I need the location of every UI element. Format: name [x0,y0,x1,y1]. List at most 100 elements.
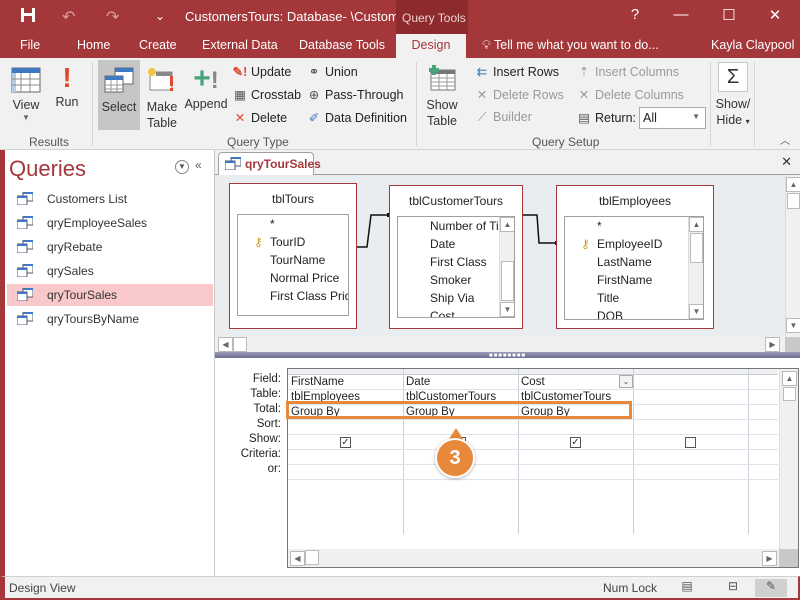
field-item[interactable]: First Class [430,255,487,269]
insert-rows-button[interactable]: ⇇ Insert Rows [474,64,559,79]
scroll-up-icon[interactable]: ▲ [500,217,514,232]
close-button[interactable]: ✕ [760,6,790,24]
nav-item[interactable]: qryRebate [7,236,213,258]
sql-view-icon[interactable]: ⊟ [721,579,745,597]
nav-item[interactable]: qryTourSales [7,284,213,306]
show-checkbox[interactable] [685,437,696,448]
field-item[interactable]: ⚷ EmployeeID [581,237,662,251]
show-checkbox[interactable]: ✓ [570,437,581,448]
nav-item[interactable]: qrySales [7,260,213,282]
field-list-tbltours[interactable]: tblTours * ⚷ TourID TourName Normal Price Firs… [229,183,357,329]
scroll-down-icon[interactable]: ▼ [500,302,514,317]
delete-rows-button[interactable]: ✕ Delete Rows [474,87,564,102]
delete-columns-button[interactable]: ✕ Delete Columns [576,87,684,102]
scroll-right-icon[interactable]: ▶ [765,337,780,352]
show-hide-button[interactable]: Σ Show/ Hide ▾ [714,60,752,132]
scroll-thumb[interactable] [690,233,703,263]
show-table-button[interactable]: Show Table [422,60,462,130]
minimize-button[interactable]: — [666,6,696,23]
user-name[interactable]: Kayla Claypool [711,38,794,52]
shutter-bar-collapse-icon[interactable]: « [195,158,202,172]
field-list-title[interactable]: tblTours [230,184,356,212]
field-item[interactable]: Number of Tic [430,219,505,233]
field-item[interactable]: First Class Price [270,289,348,303]
field-item[interactable]: Date [430,237,455,251]
scroll-up-icon[interactable]: ▲ [689,217,703,232]
crosstab-button[interactable]: ▦ Crosstab [232,87,301,102]
datasheet-view-icon[interactable]: ▤ [675,579,699,597]
return-dropdown[interactable]: All ▼ [639,107,706,129]
undo-icon[interactable]: ↶ [62,7,75,27]
nav-item[interactable]: qryToursByName [7,308,213,330]
tab-home[interactable]: Home [77,38,110,52]
scroll-up-icon[interactable]: ▲ [782,371,797,386]
field-item[interactable]: FirstName [597,273,652,287]
field-item[interactable]: * [597,219,602,233]
tab-external-data[interactable]: External Data [202,38,278,52]
insert-columns-button[interactable]: ⇡ Insert Columns [576,64,679,79]
scroll-thumb[interactable] [233,337,247,352]
data-definition-button[interactable]: ✐ Data Definition [306,110,407,125]
update-button[interactable]: ✎! Update [232,64,292,79]
redo-icon[interactable]: ↷ [106,7,119,27]
delete-query-button[interactable]: ✕ Delete [232,110,287,125]
scroll-up-icon[interactable]: ▲ [786,177,800,192]
grid-cell-field[interactable]: Date [406,376,430,388]
scroll-thumb[interactable] [305,550,319,565]
field-list-scrollbar[interactable]: ▲ ▼ [499,217,514,317]
customize-toolbar-icon[interactable]: ⌄ [155,9,165,23]
view-button[interactable]: View ▼ [6,60,46,130]
scroll-down-icon[interactable]: ▼ [689,304,703,319]
select-query-button[interactable]: Select [98,60,140,130]
tab-design[interactable]: Design [396,34,466,58]
nav-item[interactable]: Customers List [7,188,213,210]
builder-button[interactable]: ⟋ Builder [474,110,532,125]
scroll-thumb[interactable] [787,193,800,209]
grid-cell-field[interactable]: Cost [521,376,545,388]
make-table-button[interactable]: Make Table [144,60,180,130]
grid-vertical-scrollbar[interactable]: ▲ ▼ [779,369,798,549]
scroll-right-icon[interactable]: ▶ [762,551,777,566]
pane-splitter[interactable]: ■■■■■■■■ [215,352,800,359]
grid-horizontal-scrollbar[interactable]: ◀ ▶ [288,549,779,567]
field-item[interactable]: Cost [430,309,455,317]
field-item[interactable]: * [270,217,275,231]
field-item[interactable]: LastName [597,255,652,269]
run-button[interactable]: ! Run [52,60,82,130]
field-list-title[interactable]: tblCustomerTours [390,186,522,214]
field-item[interactable]: Smoker [430,273,471,287]
scroll-thumb[interactable] [783,387,796,401]
tab-database-tools[interactable]: Database Tools [299,38,385,52]
tab-file[interactable]: File [20,38,40,52]
union-button[interactable]: ⚭ Union [306,64,358,79]
grid-cell-field[interactable]: FirstName [291,376,344,388]
field-item[interactable]: Normal Price [270,271,339,285]
table-pane-horizontal-scrollbar[interactable]: ◀ ▶ [215,337,785,352]
append-button[interactable]: +! Append [184,60,228,130]
collapse-ribbon-icon[interactable]: ︿ [780,132,790,147]
nav-item[interactable]: qryEmployeeSales [7,212,213,234]
tab-create[interactable]: Create [139,38,177,52]
pass-through-button[interactable]: ⊕ Pass-Through [306,87,404,102]
field-item[interactable]: DOB [597,309,623,319]
scroll-thumb[interactable] [501,261,514,301]
table-pane-vertical-scrollbar[interactable]: ▲ ▼ [785,175,800,337]
field-dropdown-icon[interactable]: ⌄ [619,375,633,388]
field-item[interactable]: Ship Via [430,291,474,305]
tab-qrytoursales[interactable]: qryTourSales [218,152,321,175]
field-item[interactable]: ⚷ TourID [254,235,305,249]
nav-menu-dropdown-icon[interactable]: ▼ [175,160,189,174]
tell-me-search[interactable]: 💡︎ Tell me what you want to do... [482,38,659,53]
scroll-down-icon[interactable]: ▼ [786,318,800,333]
field-list-tblemployees[interactable]: tblEmployees * ⚷ EmployeeID LastName FirstNam… [556,185,714,329]
maximize-button[interactable]: ☐ [714,6,744,24]
field-item[interactable]: TourName [270,253,325,267]
scroll-left-icon[interactable]: ◀ [218,337,233,352]
scroll-left-icon[interactable]: ◀ [290,551,305,566]
save-icon[interactable] [20,7,36,28]
field-list-tblcustomertours[interactable]: tblCustomerTours Number of Tic Date First C… [389,185,523,329]
help-button[interactable]: ? [620,6,650,23]
design-view-icon[interactable]: ✎ [755,579,787,597]
field-item[interactable]: Title [597,291,619,305]
close-document-icon[interactable]: ✕ [781,154,792,170]
